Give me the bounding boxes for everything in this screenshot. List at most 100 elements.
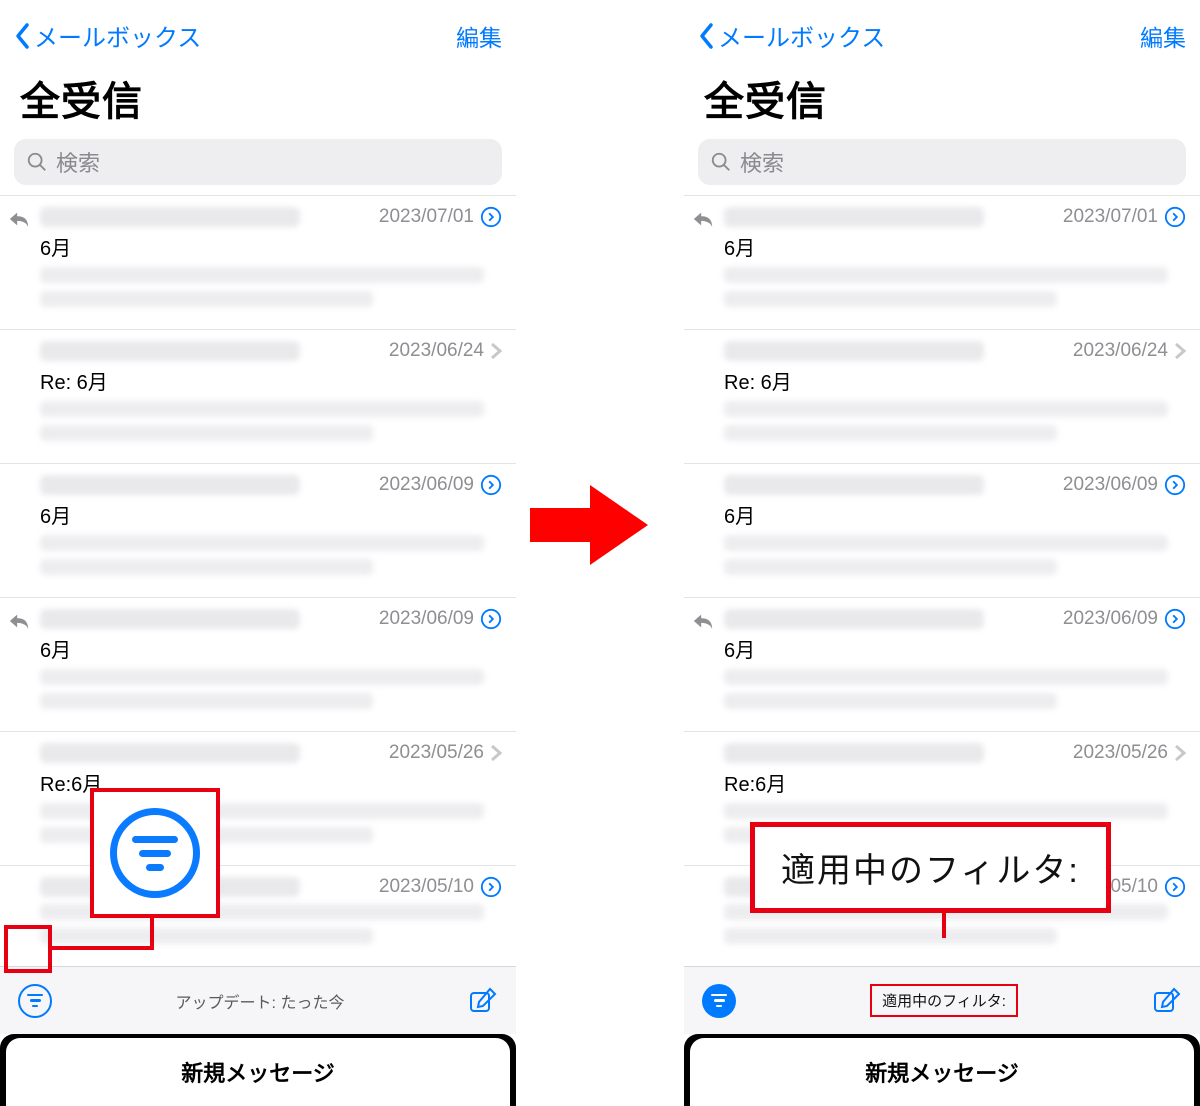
chevron-right-icon xyxy=(490,744,502,762)
new-message-sheet[interactable]: 新規メッセージ xyxy=(0,1034,516,1106)
compose-button[interactable] xyxy=(1152,986,1182,1016)
search-input[interactable]: 検索 xyxy=(14,139,502,185)
message-preview xyxy=(724,267,1186,307)
chevron-left-icon xyxy=(698,22,716,50)
message-subject: 6月 xyxy=(724,634,1186,663)
disclosure-button[interactable] xyxy=(480,608,502,630)
chevron-left-icon xyxy=(14,22,32,50)
message-preview xyxy=(724,535,1186,575)
highlight-box-filter-button xyxy=(4,925,52,973)
message-row[interactable]: 2023/06/09 6月 xyxy=(684,463,1200,597)
search-placeholder: 検索 xyxy=(740,146,784,178)
toolbar-status[interactable]: 適用中のフィルタ: xyxy=(870,984,1018,1017)
message-list-left[interactable]: 2023/07/01 6月 2023/06/24Re: 6月 2023/06/09 6月… xyxy=(0,189,516,966)
message-date: 2023/05/26 xyxy=(1073,742,1168,764)
message-row[interactable]: 2023/06/09 6月 xyxy=(684,597,1200,731)
message-preview xyxy=(40,669,502,709)
disclosure-button[interactable] xyxy=(1164,474,1186,496)
nav-bar: メールボックス 編集 xyxy=(0,0,516,63)
message-preview xyxy=(40,267,502,307)
disclosure-button[interactable] xyxy=(480,474,502,496)
disclosure-button[interactable] xyxy=(1164,876,1186,898)
filter-icon xyxy=(27,994,43,1008)
reply-icon xyxy=(692,208,714,230)
message-row[interactable]: 2023/07/01 6月 xyxy=(0,195,516,329)
message-date: 2023/06/09 xyxy=(379,608,474,630)
message-row[interactable]: 2023/06/09 6月 xyxy=(0,463,516,597)
message-row[interactable]: 2023/05/26Re:6月 xyxy=(0,731,516,865)
edit-button[interactable]: 編集 xyxy=(1140,19,1186,53)
arrow-right-icon xyxy=(530,480,650,570)
sender-name xyxy=(724,475,984,495)
message-preview xyxy=(40,401,502,441)
highlight-zoom-filter-label: 適用中のフィルタ: xyxy=(750,822,1111,913)
reply-icon xyxy=(8,610,30,632)
search-icon xyxy=(26,151,48,173)
screen-after: メールボックス 編集 全受信 検索 2023/07/01 6月 2023/06/24… xyxy=(684,0,1200,1106)
chevron-right-icon xyxy=(1174,342,1186,360)
message-date: 2023/06/09 xyxy=(379,474,474,496)
disclosure-button[interactable] xyxy=(480,876,502,898)
toolbar-status: アップデート: たった今 xyxy=(176,989,345,1013)
nav-bar: メールボックス 編集 xyxy=(684,0,1200,63)
message-subject: 6月 xyxy=(724,500,1186,529)
filter-button[interactable] xyxy=(18,984,52,1018)
message-subject: 6月 xyxy=(40,232,502,261)
chevron-right-icon xyxy=(490,342,502,360)
message-date: 2023/05/10 xyxy=(379,876,474,898)
compose-button[interactable] xyxy=(468,986,498,1016)
sender-name xyxy=(40,341,300,361)
search-icon xyxy=(710,151,732,173)
search-input[interactable]: 検索 xyxy=(698,139,1186,185)
message-date: 2023/06/09 xyxy=(1063,608,1158,630)
filter-icon xyxy=(711,994,727,1008)
disclosure-button[interactable] xyxy=(1164,206,1186,228)
back-label: メールボックス xyxy=(34,18,201,53)
highlight-connector xyxy=(150,918,154,948)
message-date: 2023/06/24 xyxy=(389,340,484,362)
message-row[interactable]: 2023/06/09 6月 xyxy=(0,597,516,731)
message-row[interactable]: 2023/07/01 6月 xyxy=(684,195,1200,329)
page-title: 全受信 xyxy=(0,63,516,139)
edit-button[interactable]: 編集 xyxy=(456,19,502,53)
reply-icon xyxy=(8,208,30,230)
message-date: 2023/06/24 xyxy=(1073,340,1168,362)
screen-before: メールボックス 編集 全受信 検索 2023/07/01 6月 2023/06/24… xyxy=(0,0,516,1106)
sender-name xyxy=(724,341,984,361)
message-date: 2023/06/09 xyxy=(1063,474,1158,496)
disclosure-button[interactable] xyxy=(480,206,502,228)
sender-name xyxy=(40,475,300,495)
message-row[interactable]: 2023/05/10 xyxy=(0,865,516,966)
highlight-zoom-filter-icon xyxy=(90,788,220,918)
message-preview xyxy=(724,401,1186,441)
search-placeholder: 検索 xyxy=(56,146,100,178)
toolbar: アップデート: たった今 xyxy=(0,966,516,1034)
sheet-title: 新規メッセージ xyxy=(6,1038,510,1106)
message-date: 2023/07/01 xyxy=(379,206,474,228)
new-message-sheet[interactable]: 新規メッセージ xyxy=(684,1034,1200,1106)
sender-name xyxy=(724,207,984,227)
sheet-title: 新規メッセージ xyxy=(690,1038,1194,1106)
message-subject: 6月 xyxy=(724,232,1186,261)
message-date: 2023/07/01 xyxy=(1063,206,1158,228)
filter-button[interactable] xyxy=(702,984,736,1018)
back-button[interactable]: メールボックス xyxy=(14,18,201,53)
sender-name xyxy=(724,743,984,763)
sender-name xyxy=(40,207,300,227)
chevron-right-icon xyxy=(1174,744,1186,762)
sender-name xyxy=(40,609,300,629)
message-subject: 6月 xyxy=(40,634,502,663)
message-date: 2023/05/26 xyxy=(389,742,484,764)
message-row[interactable]: 2023/06/24Re: 6月 xyxy=(0,329,516,463)
sender-name xyxy=(40,743,300,763)
back-label: メールボックス xyxy=(718,18,885,53)
back-button[interactable]: メールボックス xyxy=(698,18,885,53)
message-subject: 6月 xyxy=(40,500,502,529)
disclosure-button[interactable] xyxy=(1164,608,1186,630)
message-row[interactable]: 2023/06/24Re: 6月 xyxy=(684,329,1200,463)
page-title: 全受信 xyxy=(684,63,1200,139)
message-subject: Re:6月 xyxy=(724,768,1186,797)
highlight-connector xyxy=(52,946,154,950)
message-preview xyxy=(724,669,1186,709)
reply-icon xyxy=(692,610,714,632)
